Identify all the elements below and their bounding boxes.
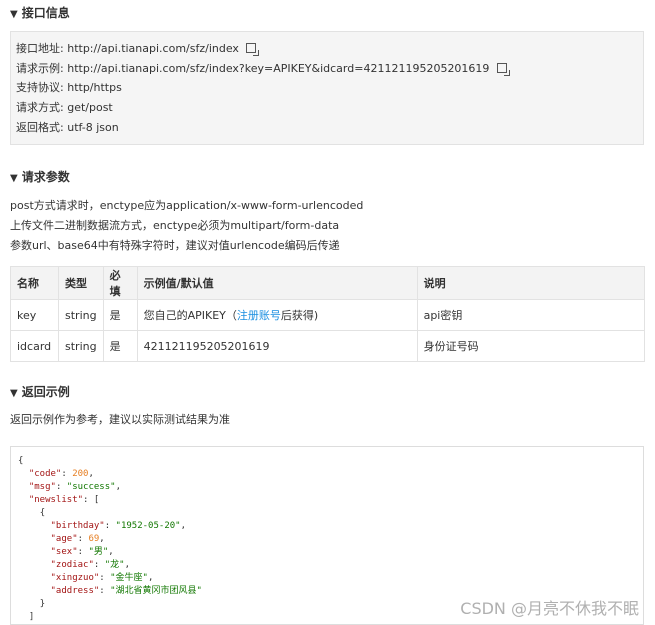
param-example: 421121195205201619: [136, 330, 418, 362]
code-line: "code": 200,: [28, 469, 94, 479]
params-table: 名称 类型 必填 示例值/默认值 说明 key string 是 您自己的API…: [10, 266, 646, 362]
code-line: "xingzuo": "金牛座",: [50, 573, 154, 583]
table-row: key string 是 您自己的APIKEY（注册账号后获得) api密钥: [10, 299, 646, 331]
code-line: "msg": "success",: [28, 482, 121, 492]
param-name: idcard: [10, 330, 59, 362]
param-required: 是: [102, 299, 138, 331]
example-note: 返回示例作为参考，建议以实际测试结果为准: [10, 413, 230, 426]
interface-info-box: 接口地址: http://api.tianapi.com/sfz/index 请…: [10, 31, 644, 145]
param-desc: 身份证号码: [416, 330, 646, 362]
code-line: "zodiac": "龙",: [50, 560, 130, 570]
table-header-row: 名称 类型 必填 示例值/默认值 说明: [10, 266, 646, 300]
code-line: "newslist": [: [28, 495, 100, 505]
format-line: 返回格式: utf-8 json: [16, 121, 119, 134]
protocol-line: 支持协议: http/https: [16, 81, 122, 94]
column-header: 类型: [58, 266, 104, 300]
column-header: 必填: [102, 266, 138, 300]
param-desc: api密钥: [416, 299, 646, 331]
collapse-triangle-icon: ▼: [10, 9, 18, 20]
params-note: 上传文件二进制数据流方式，enctype必须为multipart/form-da…: [10, 219, 340, 232]
code-line: {: [39, 508, 46, 518]
params-note: 参数url、base64中有特殊字符时，建议对值urlencode编码后传递: [10, 239, 340, 252]
collapse-triangle-icon: ▼: [10, 388, 18, 399]
watermark: CSDN @月亮不休我不眠: [460, 599, 639, 618]
code-line: "sex": "男",: [50, 547, 114, 557]
section-title-example[interactable]: ▼ 返回示例: [10, 383, 70, 400]
column-header: 说明: [416, 266, 646, 300]
params-note: post方式请求时，enctype应为application/x-www-for…: [10, 199, 364, 212]
copy-icon[interactable]: [496, 63, 510, 76]
copy-icon[interactable]: [246, 43, 260, 56]
param-example: 您自己的APIKEY（注册账号后获得): [136, 299, 418, 331]
column-header: 名称: [10, 266, 59, 300]
param-type: string: [58, 299, 104, 331]
param-type: string: [58, 330, 104, 362]
method-line: 请求方式: get/post: [16, 101, 113, 114]
code-line: "age": 69,: [50, 534, 105, 544]
section-title-interface[interactable]: ▼ 接口信息: [10, 4, 70, 21]
collapse-triangle-icon: ▼: [10, 173, 18, 184]
param-name: key: [10, 299, 59, 331]
param-required: 是: [102, 330, 138, 362]
column-header: 示例值/默认值: [136, 266, 418, 300]
request-example-line: 请求示例: http://api.tianapi.com/sfz/index?k…: [16, 61, 510, 77]
register-link[interactable]: 注册账号: [237, 309, 281, 322]
section-title-params[interactable]: ▼ 请求参数: [10, 168, 70, 185]
interface-address-line: 接口地址: http://api.tianapi.com/sfz/index: [16, 41, 260, 57]
code-line: {: [18, 456, 24, 466]
table-row: idcard string 是 421121195205201619 身份证号码: [10, 330, 646, 362]
code-line: "birthday": "1952-05-20",: [50, 521, 186, 531]
